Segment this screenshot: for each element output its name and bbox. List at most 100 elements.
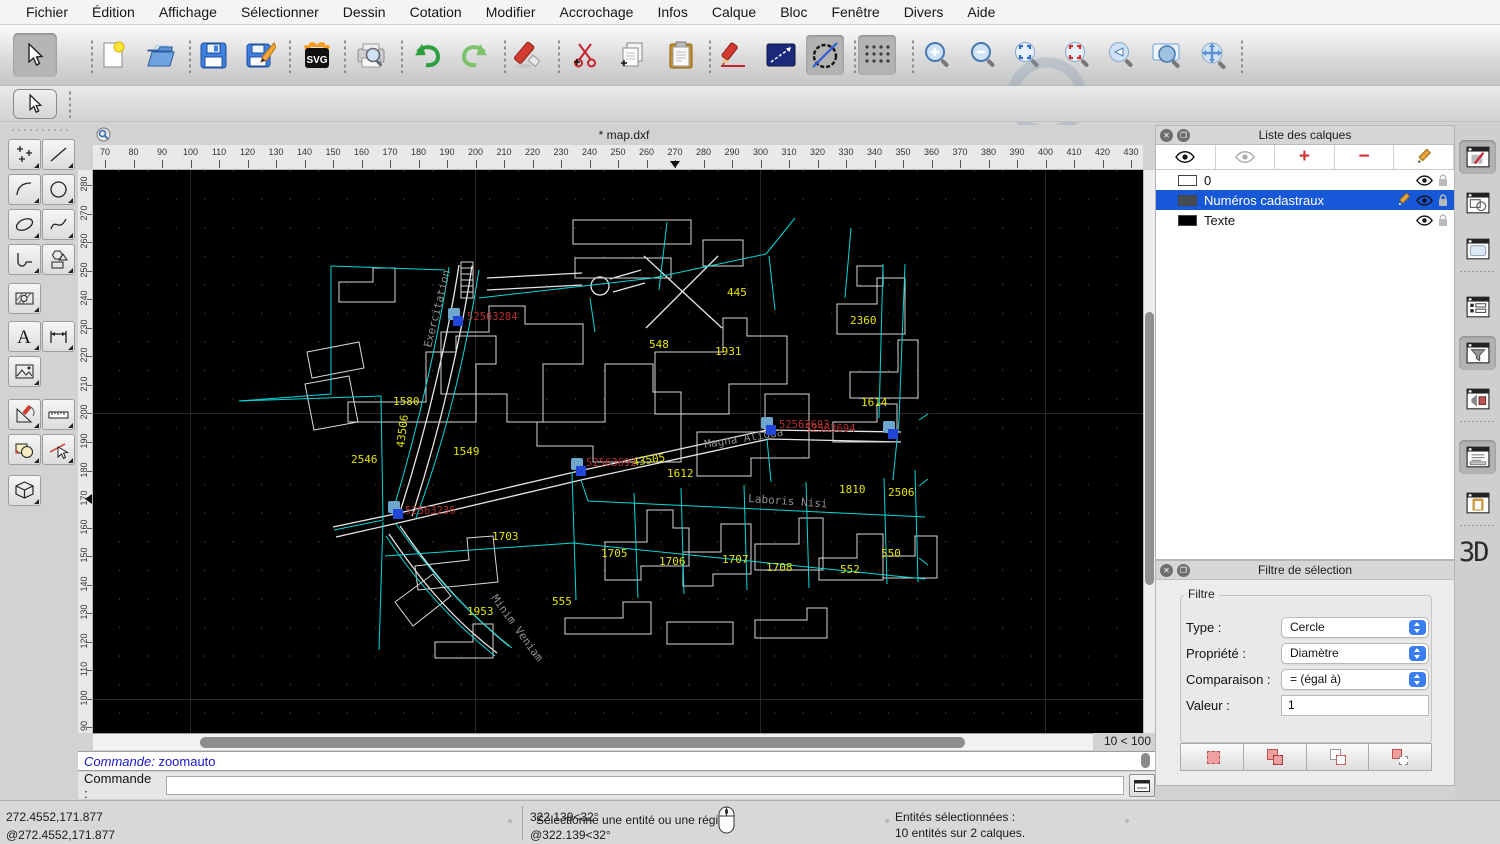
menu-bloc[interactable]: Bloc xyxy=(768,0,819,25)
stepper-icon[interactable] xyxy=(1409,645,1426,661)
block-list-panel-toggle[interactable] xyxy=(1459,186,1496,220)
zoom-in-button[interactable] xyxy=(918,35,956,75)
menu-affichage[interactable]: Affichage xyxy=(147,0,229,25)
circle-tool-button[interactable] xyxy=(42,174,75,205)
open-file-button[interactable] xyxy=(142,35,180,75)
block-tool-button[interactable] xyxy=(8,434,41,465)
selection-handle[interactable] xyxy=(888,429,898,439)
ellipse-tool-button[interactable] xyxy=(8,209,41,240)
selection-handle[interactable] xyxy=(393,509,403,519)
copy-button[interactable] xyxy=(614,35,652,75)
layer-lock-icon[interactable] xyxy=(1438,213,1448,227)
add-layer-button[interactable]: + xyxy=(1275,145,1335,169)
draw-pencil-button[interactable] xyxy=(714,35,752,75)
save-button[interactable] xyxy=(194,35,232,75)
layer-list-panel-toggle[interactable] xyxy=(1459,140,1496,174)
layer-visibility-eye-icon[interactable] xyxy=(1416,194,1433,206)
filter-add-to-selection-button[interactable] xyxy=(1243,744,1307,770)
print-preview-button[interactable] xyxy=(352,35,390,75)
menu-modifier[interactable]: Modifier xyxy=(474,0,548,25)
selection-handle[interactable] xyxy=(453,316,463,326)
undo-button[interactable] xyxy=(408,35,446,75)
image-tool-button[interactable] xyxy=(8,356,41,387)
command-line-panel-toggle[interactable] xyxy=(1459,440,1496,474)
menu-fichier[interactable]: Fichier xyxy=(14,0,80,25)
command-input[interactable] xyxy=(165,776,1125,795)
menu-cotation[interactable]: Cotation xyxy=(398,0,474,25)
pan-button[interactable] xyxy=(1194,35,1232,75)
dim-tool-button[interactable] xyxy=(42,321,75,352)
stepper-icon[interactable] xyxy=(1409,671,1426,687)
show-all-layers-button[interactable] xyxy=(1156,145,1216,169)
arc-tool-button[interactable] xyxy=(8,174,41,205)
delete-button[interactable] xyxy=(510,35,548,75)
menu-accrochage[interactable]: Accrochage xyxy=(548,0,646,25)
zoom-out-button[interactable] xyxy=(964,35,1002,75)
selectline-tool-button[interactable] xyxy=(42,434,75,465)
circle-tool-button[interactable] xyxy=(806,35,844,75)
library-browser-panel-toggle[interactable] xyxy=(1459,232,1496,266)
menu-calque[interactable]: Calque xyxy=(700,0,768,25)
layer-lock-icon[interactable] xyxy=(1438,193,1448,207)
zoom-selected-button[interactable] xyxy=(1058,35,1096,75)
detach-icon[interactable]: ❐ xyxy=(1177,129,1190,142)
selection-handle[interactable] xyxy=(576,466,586,476)
new-file-button[interactable] xyxy=(94,35,132,75)
save-as-button[interactable] xyxy=(242,35,280,75)
menu-fenetre[interactable]: Fenêtre xyxy=(819,0,891,25)
filter-type-dropdown[interactable]: Cercle xyxy=(1281,616,1429,638)
menu-aide[interactable]: Aide xyxy=(955,0,1007,25)
clipboard-panel-toggle[interactable] xyxy=(1459,486,1496,520)
command-history-scrollbar[interactable] xyxy=(1139,752,1153,770)
scrollbar-thumb[interactable] xyxy=(1141,753,1150,768)
hide-all-layers-button[interactable] xyxy=(1216,145,1276,169)
line-tool-button[interactable] xyxy=(42,139,75,170)
paste-button[interactable] xyxy=(662,35,700,75)
menu-dessin[interactable]: Dessin xyxy=(331,0,398,25)
command-keyboard-button[interactable] xyxy=(1129,774,1155,797)
zoom-window-button[interactable] xyxy=(1148,35,1186,75)
measure-tool-button[interactable] xyxy=(42,399,75,430)
scrollbar-thumb[interactable] xyxy=(1145,312,1154,585)
line-tool-button[interactable] xyxy=(762,35,800,75)
detach-icon[interactable]: ❐ xyxy=(1177,564,1190,577)
layer-lock-icon[interactable] xyxy=(1438,173,1448,187)
redo-button[interactable] xyxy=(456,35,494,75)
select-single-button[interactable] xyxy=(13,89,57,119)
filter-select-button[interactable] xyxy=(1181,744,1244,770)
remove-layer-button[interactable]: − xyxy=(1335,145,1395,169)
drawing-canvas[interactable]: 445 2360 548 1931 1614 1580 43506 2546 1549 43505… xyxy=(93,170,1143,733)
points-tool-button[interactable] xyxy=(8,139,41,170)
zoom-previous-button[interactable] xyxy=(1102,35,1140,75)
layer-row[interactable]: 0 xyxy=(1156,170,1454,190)
layer-visibility-eye-icon[interactable] xyxy=(1416,214,1433,226)
cut-button[interactable] xyxy=(566,35,604,75)
grid-toggle-button[interactable] xyxy=(858,35,896,75)
palette-handle[interactable] xyxy=(10,128,72,132)
canvas-vertical-scrollbar[interactable] xyxy=(1143,170,1155,733)
filter-comparison-dropdown[interactable]: = (égal à) xyxy=(1281,668,1429,690)
layer-row[interactable]: Texte xyxy=(1156,210,1454,230)
canvas-horizontal-scrollbar[interactable] xyxy=(93,733,1093,750)
entity-list-panel-toggle[interactable] xyxy=(1459,290,1496,324)
menu-selectionner[interactable]: Sélectionner xyxy=(229,0,331,25)
3d-view-button[interactable]: 3D xyxy=(1459,537,1489,568)
stepper-icon[interactable] xyxy=(1409,619,1426,635)
menu-divers[interactable]: Divers xyxy=(892,0,956,25)
layer-visibility-eye-icon[interactable] xyxy=(1416,174,1433,186)
close-icon[interactable]: ✕ xyxy=(1160,129,1173,142)
edit-layer-button[interactable] xyxy=(1394,145,1454,169)
scrollbar-thumb[interactable] xyxy=(200,737,965,748)
text-tool-button[interactable]: A xyxy=(8,321,41,352)
modify-tool-button[interactable] xyxy=(8,399,41,430)
selection-handle[interactable] xyxy=(766,425,776,435)
menu-edition[interactable]: Édition xyxy=(80,0,147,25)
filter-value-input[interactable] xyxy=(1281,694,1429,716)
filter-remove-from-selection-button[interactable] xyxy=(1306,744,1370,770)
polyline-tool-button[interactable] xyxy=(8,244,41,275)
close-icon[interactable]: ✕ xyxy=(1160,564,1173,577)
hatch-tool-button[interactable] xyxy=(8,283,41,314)
zoom-auto-button[interactable] xyxy=(1008,35,1046,75)
selection-filter-panel-toggle[interactable] xyxy=(1459,336,1496,370)
inspector-panel-toggle[interactable] xyxy=(1459,382,1496,416)
